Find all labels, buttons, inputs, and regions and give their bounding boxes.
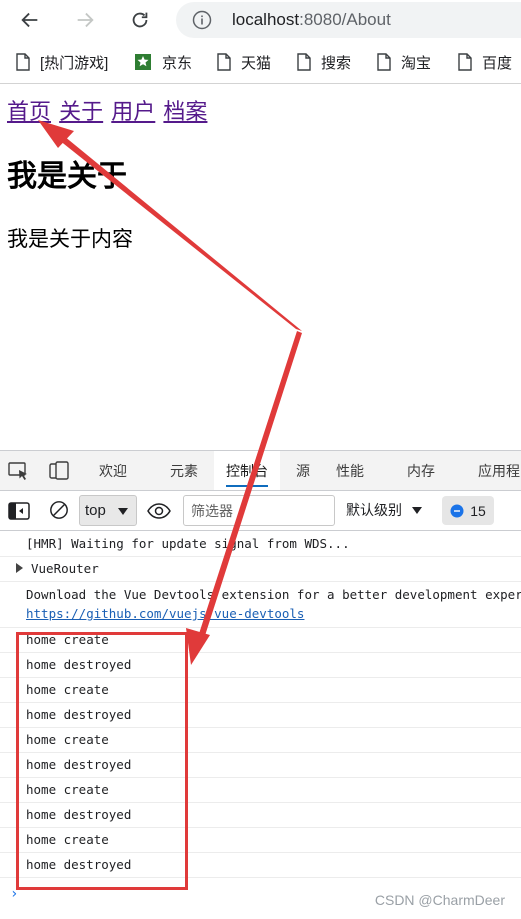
device-toolbar-icon[interactable] [48, 461, 70, 481]
address-bar[interactable]: localhost:8080/About [176, 2, 521, 38]
message-icon [450, 504, 464, 517]
tab-welcome[interactable]: 欢迎 [87, 451, 139, 490]
console-log-line: home destroyed [0, 803, 521, 828]
tab-sources[interactable]: 源 [284, 451, 322, 490]
page-icon [458, 53, 472, 71]
bookmark-label: 京东 [162, 54, 193, 72]
console-log-line: home destroyed [0, 653, 521, 678]
reload-icon [132, 12, 148, 28]
page-content: 我是关于内容 [7, 228, 133, 251]
page-icon [297, 53, 311, 71]
bookmark-baidu[interactable]: 百度 [458, 40, 513, 83]
page-icon [217, 53, 231, 71]
forward-button[interactable] [69, 4, 101, 36]
console-log-line: home create [0, 778, 521, 803]
watermark: CSDN @CharmDeer [372, 892, 507, 908]
eye-icon[interactable] [147, 501, 171, 521]
console-output: [HMR] Waiting for update signal from WDS… [0, 532, 521, 919]
console-message-hmr: [HMR] Waiting for update signal from WDS… [0, 532, 521, 557]
bookmark-taobao[interactable]: 淘宝 [377, 40, 432, 83]
console-log-line: home create [0, 678, 521, 703]
console-prompt-chevron-icon[interactable]: › [10, 886, 18, 902]
back-arrow-icon [21, 12, 38, 28]
tab-memory[interactable]: 内存 [395, 451, 447, 490]
devtools-link[interactable]: https://github.com/vuejs/vue-devtools [26, 606, 304, 621]
info-icon[interactable] [192, 10, 212, 30]
bookmarks-bar: [热门游戏] 京东 天猫 搜索 淘宝 百度 [0, 40, 521, 84]
page-title: 我是关于 [7, 160, 127, 193]
console-log-line: home create [0, 728, 521, 753]
bookmark-label: [热门游戏] [40, 54, 109, 72]
bookmark-search[interactable]: 搜索 [297, 40, 352, 83]
message-count: 15 [470, 502, 486, 519]
vuerouter-object[interactable]: VueRouter [8, 561, 99, 576]
url-host: localhost [232, 10, 300, 29]
console-message-vuerouter[interactable]: VueRouter [0, 557, 521, 582]
console-log-line: home create [0, 628, 521, 653]
console-log-line: home create [0, 828, 521, 853]
console-filter-input[interactable] [183, 495, 335, 526]
url-path: :8080/About [299, 10, 391, 29]
forward-arrow-icon [77, 12, 94, 28]
console-log-line: home destroyed [0, 753, 521, 778]
sidebar-toggle-icon[interactable] [8, 501, 30, 521]
bookmark-label: 搜索 [321, 54, 352, 72]
message-count-badge[interactable]: 15 [442, 496, 494, 525]
page-icon [377, 53, 391, 71]
devtools-tabbar: 欢迎 元素 控制台 源 性能 内存 应用程 [0, 451, 521, 491]
router-link-profile[interactable]: 档案 [163, 99, 207, 124]
inspect-element-icon[interactable] [8, 461, 30, 481]
page-viewport: 首页 关于 用户 档案 我是关于 我是关于内容 [0, 85, 521, 450]
context-select[interactable]: top [79, 495, 137, 526]
console-message-devtools: Download the Vue Devtools extension for … [0, 582, 521, 628]
tab-application[interactable]: 应用程 [466, 451, 521, 490]
router-link-home[interactable]: 首页 [7, 99, 51, 124]
browser-toolbar: localhost:8080/About [0, 0, 521, 40]
bookmark-jd[interactable]: 京东 [134, 40, 193, 83]
page-icon [16, 53, 30, 71]
bookmark-tmall[interactable]: 天猫 [217, 40, 272, 83]
console-log-line: home destroyed [0, 853, 521, 878]
clear-console-icon[interactable] [48, 500, 70, 520]
router-link-about[interactable]: 关于 [59, 99, 103, 124]
console-log-line: home destroyed [0, 703, 521, 728]
reload-button[interactable] [124, 4, 156, 36]
tab-console[interactable]: 控制台 [214, 451, 280, 490]
bookmark-label: 百度 [482, 54, 513, 72]
log-level-select[interactable]: 默认级别 [346, 495, 424, 526]
jd-logo-icon [135, 54, 151, 70]
tab-performance[interactable]: 性能 [324, 451, 376, 490]
console-toolbar: top 默认级别 15 [0, 491, 521, 531]
bookmark-label: 淘宝 [401, 54, 432, 72]
router-link-user[interactable]: 用户 [111, 99, 155, 124]
console-text: Download the Vue Devtools extension for … [26, 587, 521, 602]
bookmark-hot-games[interactable]: [热门游戏] [16, 40, 109, 83]
bookmark-label: 天猫 [241, 54, 272, 72]
url-text[interactable]: localhost:8080/About [232, 10, 391, 30]
back-button[interactable] [14, 4, 46, 36]
router-nav: 首页 关于 用户 档案 [7, 99, 209, 125]
tab-elements[interactable]: 元素 [158, 451, 210, 490]
console-text: [HMR] Waiting for update signal from WDS… [26, 536, 350, 551]
devtools-panel: 欢迎 元素 控制台 源 性能 内存 应用程 top 默认级别 15 [HMR] … [0, 450, 521, 919]
